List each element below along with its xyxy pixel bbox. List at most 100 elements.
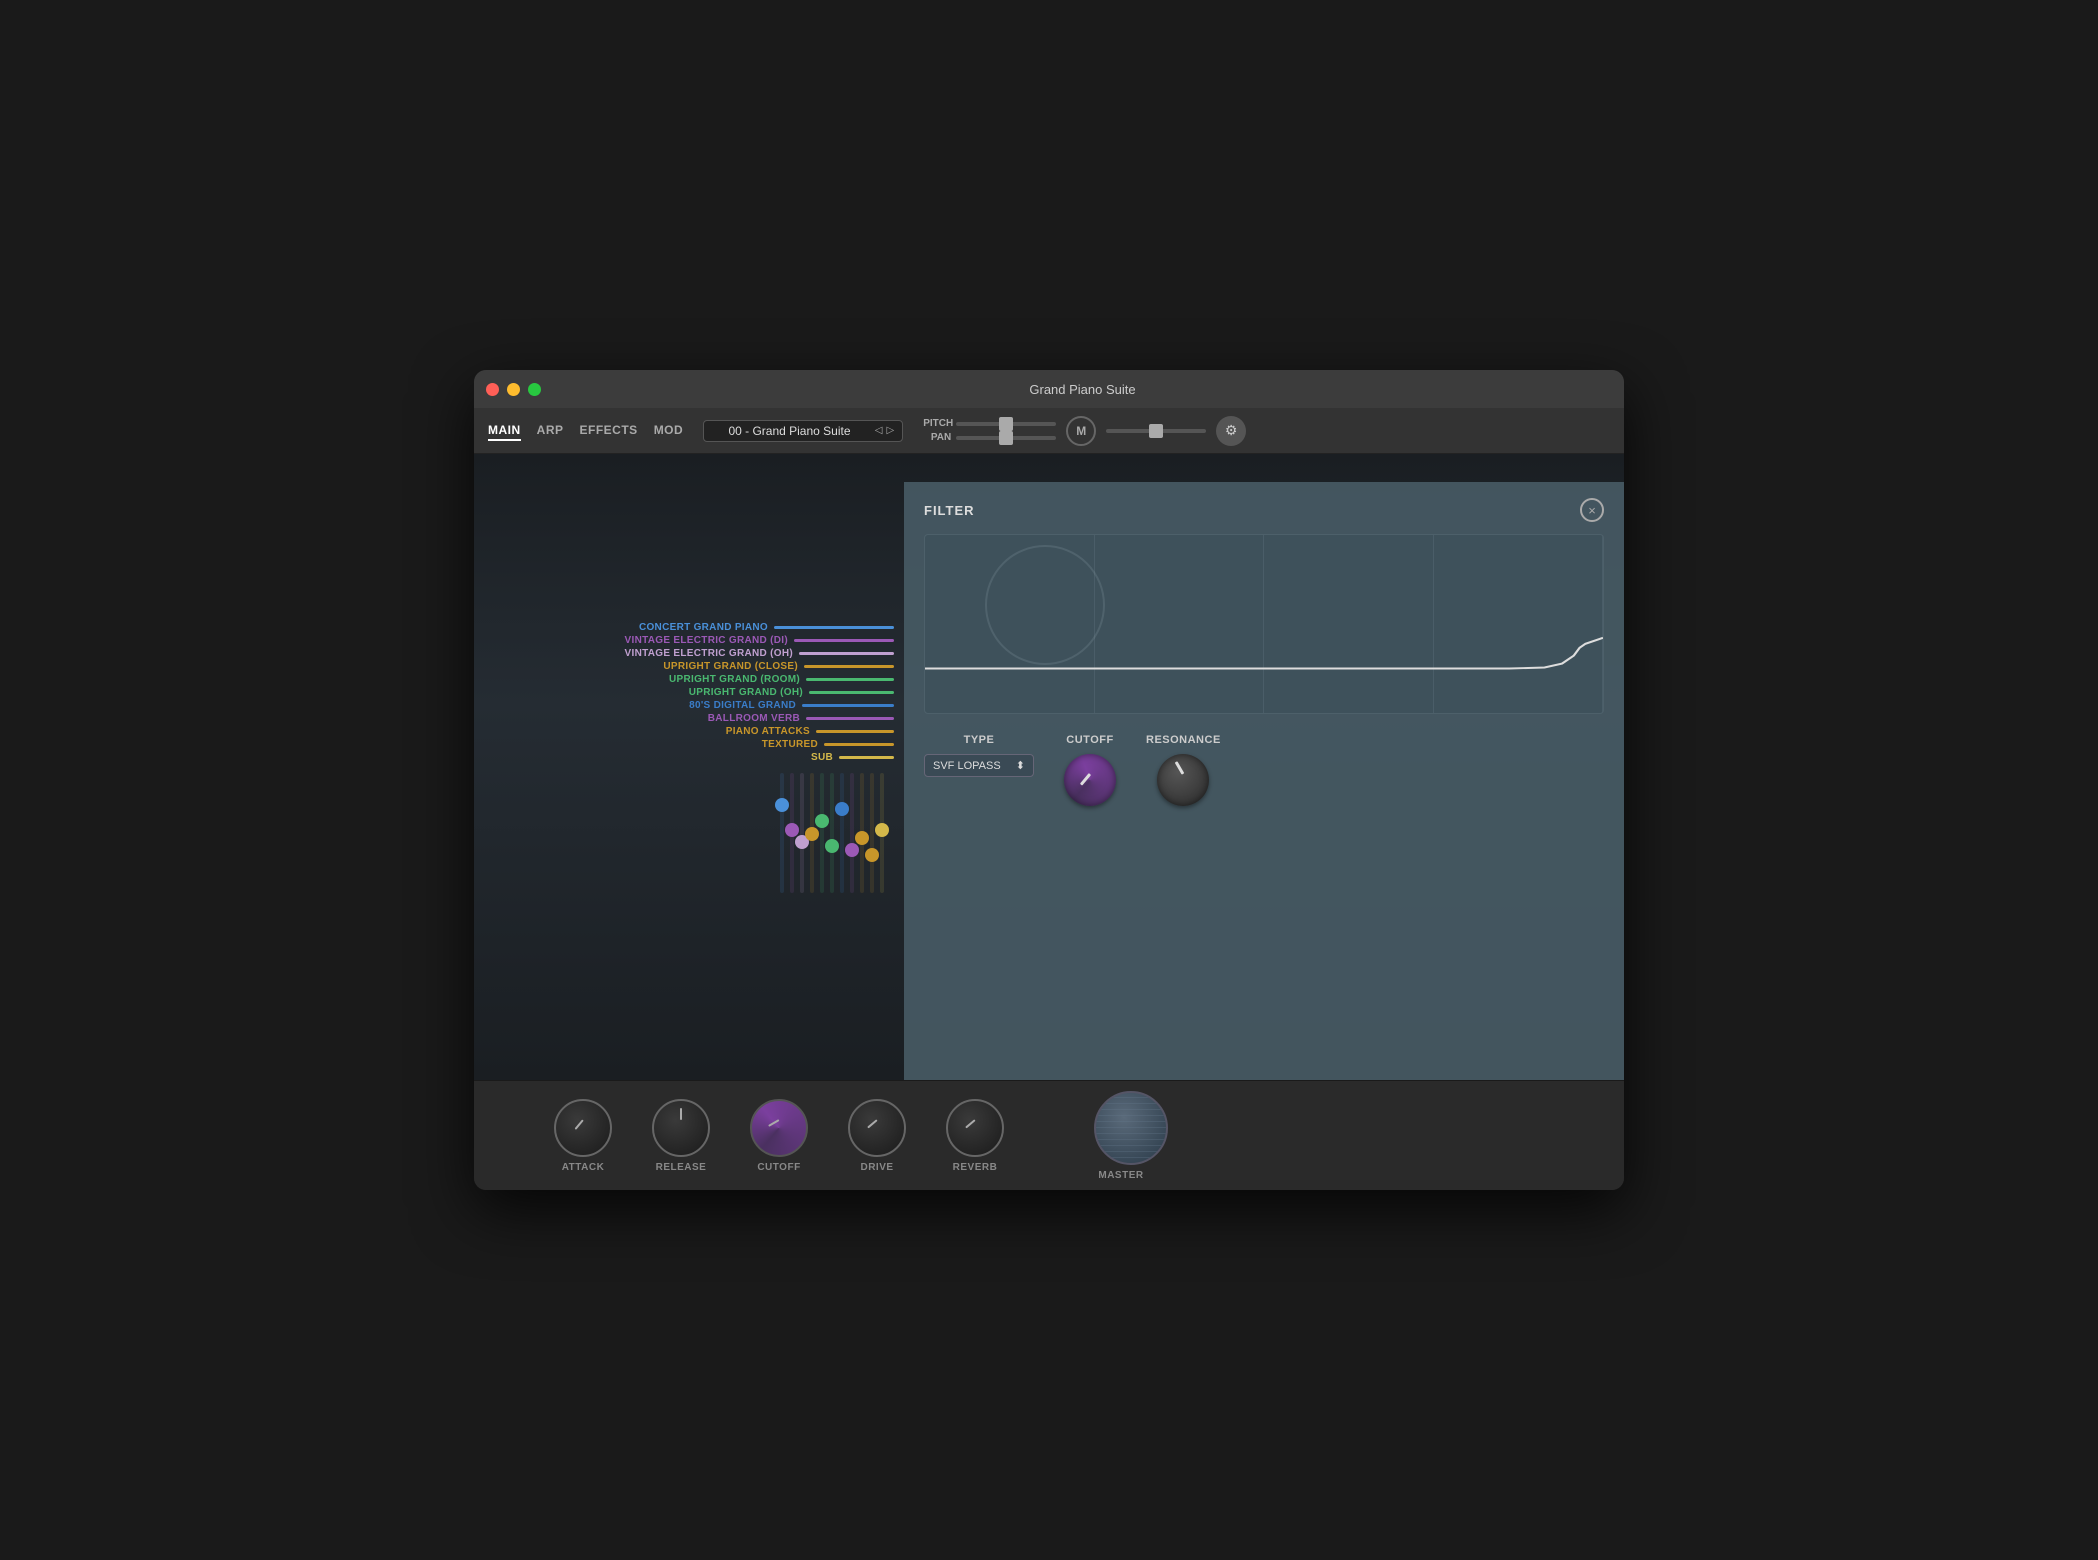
tab-mod[interactable]: MOD [654,421,684,441]
fader-channel[interactable] [790,773,794,913]
filter-cutoff-knob-body [1064,754,1116,806]
filter-cutoff-knob[interactable] [1064,754,1116,806]
layer-bar [806,717,894,720]
pitch-pan-area: PITCH PAN [923,418,1056,443]
volume-slider[interactable] [1106,429,1206,433]
pan-slider[interactable] [956,436,1056,440]
attack-knob-marker [575,1119,584,1129]
fader-channel[interactable] [800,773,804,913]
layer-item[interactable]: SUB [811,752,894,763]
layer-bar [809,691,894,694]
preset-name: 00 - Grand Piano Suite [712,424,867,438]
bottom-bar: ATTACK RELEASE CUTOFF DRIVE [474,1080,1624,1190]
preset-prev-icon[interactable]: ◁ [875,425,883,436]
layer-item[interactable]: BALLROOM VERB [708,713,894,724]
fader-channel[interactable] [820,773,824,913]
layer-name: UPRIGHT GRAND (OH) [689,687,803,698]
filter-resonance-knob-body [1157,754,1209,806]
layer-item[interactable]: UPRIGHT GRAND (CLOSE) [663,661,894,672]
fader-track [790,773,794,893]
close-traffic-light[interactable] [486,383,499,396]
window-title: Grand Piano Suite [553,382,1612,397]
filter-cutoff-label: CUTOFF [1066,734,1113,746]
fader-handle [825,839,839,853]
filter-display [924,534,1604,714]
filter-type-label: TYPE [964,734,995,746]
filter-close-button[interactable]: × [1580,498,1604,522]
fader-channel[interactable] [850,773,854,913]
layer-item[interactable]: VINTAGE ELECTRIC GRAND (DI) [625,635,894,646]
fader-track [830,773,834,893]
preset-selector[interactable]: 00 - Grand Piano Suite ◁ ▷ [703,420,903,442]
layer-item[interactable]: CONCERT GRAND PIANO [639,622,894,633]
tab-arp[interactable]: ARP [537,421,564,441]
layer-item[interactable]: UPRIGHT GRAND (ROOM) [669,674,894,685]
tab-effects[interactable]: EFFECTS [580,421,638,441]
fader-channel[interactable] [780,773,784,913]
filter-resonance-label: RESONANCE [1146,734,1221,746]
tab-main[interactable]: MAIN [488,421,521,441]
master-label: MASTER [1098,1170,1143,1181]
cutoff-knob-marker [768,1119,779,1127]
fader-handle [835,802,849,816]
filter-curve-svg [925,624,1603,713]
layer-name: CONCERT GRAND PIANO [639,622,768,633]
filter-controls: TYPE SVF LOPASS ⬍ CUTOFF [924,734,1604,806]
release-knob-group: RELEASE [652,1099,710,1173]
pan-thumb [999,431,1013,445]
layer-bar [824,743,894,746]
cutoff-knob[interactable] [750,1099,808,1157]
fader-channel[interactable] [870,773,874,913]
attack-knob[interactable] [554,1099,612,1157]
attack-knob-group: ATTACK [554,1099,612,1173]
filter-resonance-group: RESONANCE [1146,734,1221,806]
filter-title: FILTER [924,503,975,518]
layer-list: CONCERT GRAND PIANO VINTAGE ELECTRIC GRA… [484,622,894,763]
layer-name: VINTAGE ELECTRIC GRAND (DI) [625,635,788,646]
fader-track [850,773,854,893]
master-button[interactable] [1094,1091,1168,1165]
release-knob[interactable] [652,1099,710,1157]
filter-resonance-knob-marker [1175,761,1185,775]
fader-track [840,773,844,893]
layer-bar [806,678,894,681]
minimize-traffic-light[interactable] [507,383,520,396]
release-knob-marker [680,1108,682,1120]
reverb-knob[interactable] [946,1099,1004,1157]
fader-channel[interactable] [840,773,844,913]
left-panel: CONCERT GRAND PIANO VINTAGE ELECTRIC GRA… [474,454,904,1080]
layer-item[interactable]: UPRIGHT GRAND (OH) [689,687,894,698]
layer-item[interactable]: VINTAGE ELECTRIC GRAND (OH) [625,648,894,659]
layer-name: BALLROOM VERB [708,713,800,724]
m-button[interactable]: M [1066,416,1096,446]
fader-channel[interactable] [880,773,884,913]
pan-label: PAN [923,432,951,443]
maximize-traffic-light[interactable] [528,383,541,396]
volume-thumb [1149,424,1163,438]
filter-cutoff-group: CUTOFF [1064,734,1116,806]
layer-item[interactable]: PIANO ATTACKS [726,726,894,737]
fader-channel[interactable] [860,773,864,913]
fader-track [780,773,784,893]
settings-button[interactable]: ⚙ [1216,416,1246,446]
pitch-row: PITCH [923,418,1056,429]
cutoff-knob-group: CUTOFF [750,1099,808,1173]
layer-item[interactable]: TEXTURED [762,739,894,750]
filter-resonance-knob[interactable] [1157,754,1209,806]
cutoff-label: CUTOFF [757,1162,800,1173]
pitch-slider[interactable] [956,422,1056,426]
gear-icon: ⚙ [1225,422,1238,439]
fader-channel[interactable] [830,773,834,913]
layer-item[interactable]: 80'S DIGITAL GRAND [689,700,894,711]
fader-track [880,773,884,893]
fader-handle [805,827,819,841]
layer-name: PIANO ATTACKS [726,726,810,737]
fader-handle [865,848,879,862]
preset-next-icon[interactable]: ▷ [886,425,894,436]
fader-channel[interactable] [810,773,814,913]
drive-knob[interactable] [848,1099,906,1157]
master-group: MASTER [1074,1091,1168,1181]
filter-header: FILTER × [924,498,1604,522]
filter-type-selector[interactable]: SVF LOPASS ⬍ [924,754,1034,777]
fader-track [810,773,814,893]
